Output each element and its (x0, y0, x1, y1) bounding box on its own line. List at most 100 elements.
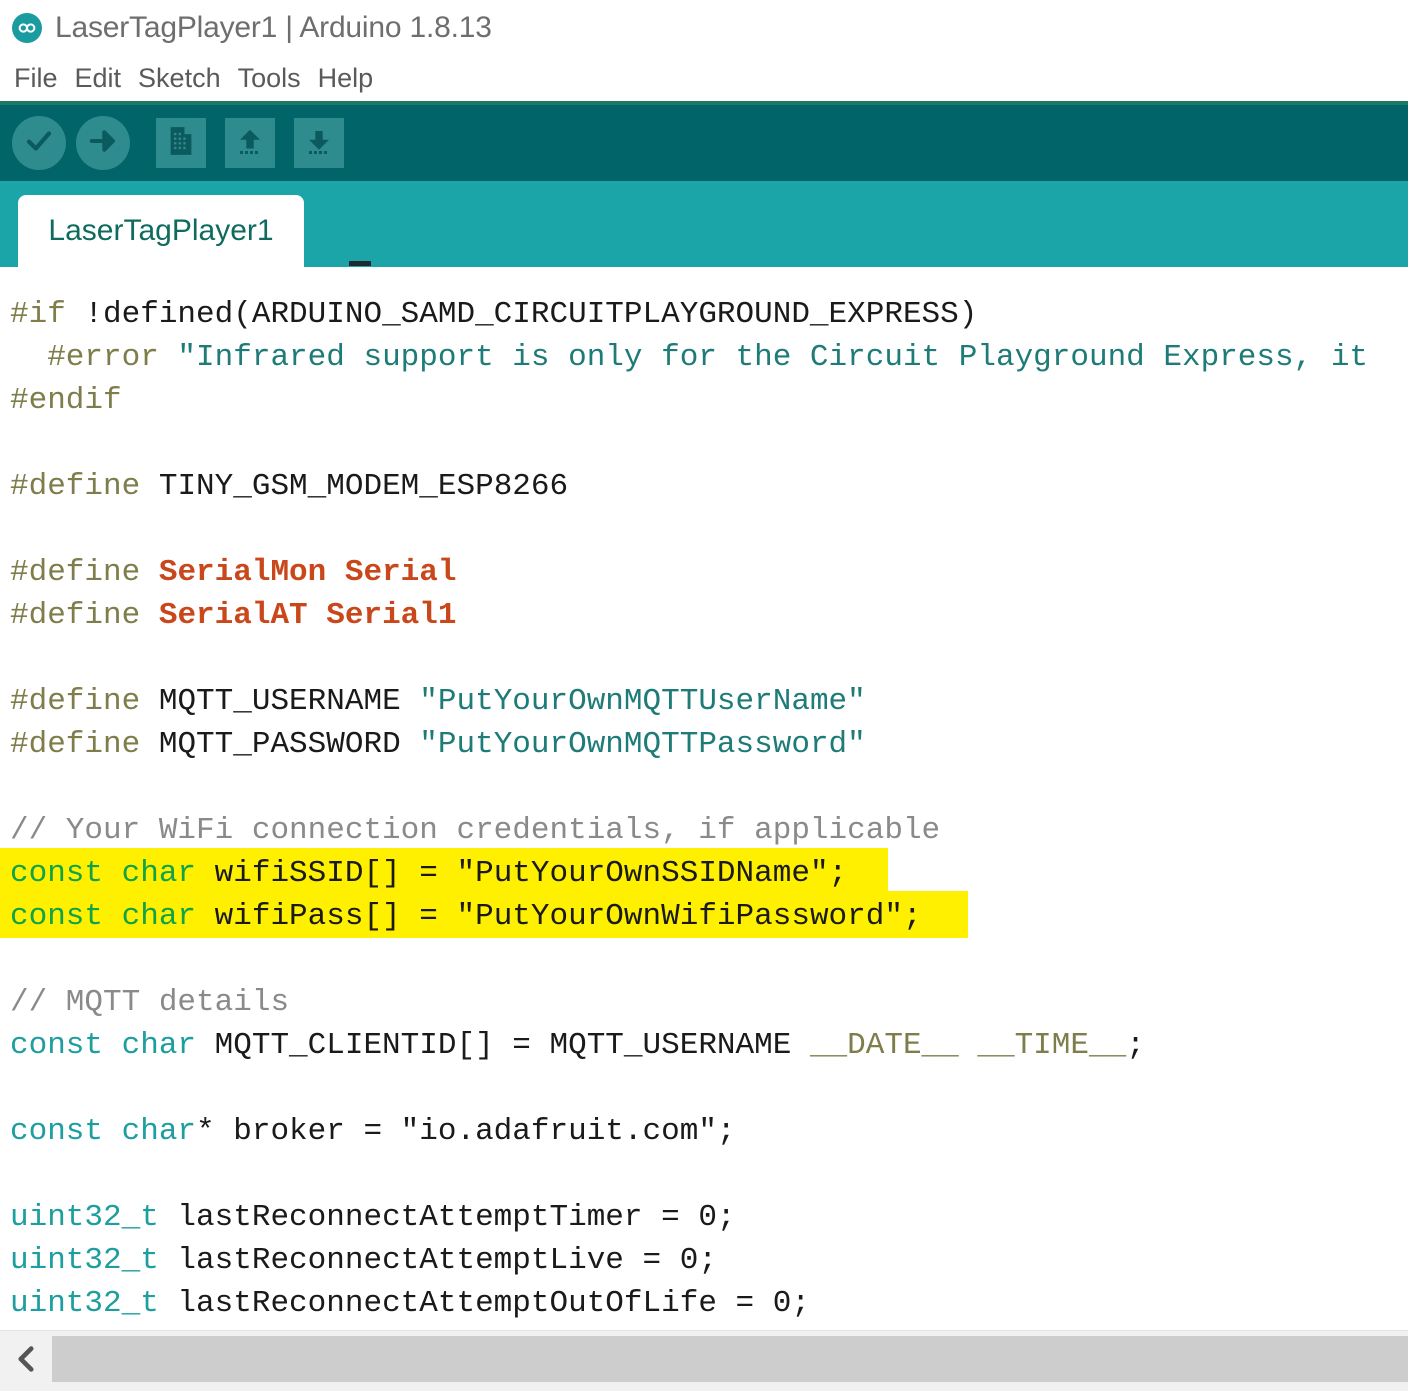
menu-bar: File Edit Sketch Tools Help (0, 56, 1408, 105)
code-line: #define MQTT_PASSWORD "PutYourOwnMQTTPas… (10, 723, 1408, 766)
code-token: * broker = (196, 1114, 401, 1149)
code-token: // MQTT details (10, 985, 290, 1020)
code-token: #define (10, 555, 141, 590)
code-line-text: #endif (10, 383, 122, 418)
code-token: "PutYourOwnMQTTPassword" (419, 727, 866, 762)
code-line-text: uint32_t lastReconnectAttemptLive = 0; (10, 1243, 717, 1278)
code-token: const char (10, 856, 197, 891)
code-token: #define (10, 598, 141, 633)
tab-bar: LaserTagPlayer1 (0, 181, 1408, 267)
code-line-text: #if !defined(ARDUINO_SAMD_CIRCUITPLAYGRO… (10, 297, 977, 332)
new-sketch-button[interactable] (156, 118, 206, 168)
code-line-text: const char wifiSSID[] = "PutYourOwnSSIDN… (10, 856, 847, 891)
menu-item-file[interactable]: File (14, 63, 58, 94)
code-token: #if (10, 297, 66, 332)
code-line: uint32_t lastReconnectAttemptLive = 0; (10, 1239, 1408, 1282)
code-text[interactable]: #if !defined(ARDUINO_SAMD_CIRCUITPLAYGRO… (0, 293, 1408, 1325)
code-line: #endif (10, 379, 1408, 422)
code-line-text: uint32_t lastReconnectAttemptOutOfLife =… (10, 1286, 810, 1321)
code-token: #endif (10, 383, 122, 418)
code-token: const char (10, 1114, 197, 1149)
scroll-left-button[interactable] (0, 1331, 52, 1391)
code-token: MQTT_PASSWORD (140, 727, 420, 762)
code-token: ; (1126, 1028, 1145, 1063)
code-line: #define MQTT_USERNAME "PutYourOwnMQTTUse… (10, 680, 1408, 723)
code-line: uint32_t lastReconnectAttemptOutOfLife =… (10, 1282, 1408, 1325)
code-line-text: #define TINY_GSM_MODEM_ESP8266 (10, 469, 568, 504)
code-token: "io.adafruit.com"; (400, 1114, 736, 1149)
arrow-right-icon (88, 126, 118, 161)
code-token: wifiPass[] = (196, 899, 457, 934)
scrollbar-track[interactable] (52, 1331, 1408, 1391)
code-editor[interactable]: #if !defined(ARDUINO_SAMD_CIRCUITPLAYGRO… (0, 267, 1408, 1330)
code-line-text: const char wifiPass[] = "PutYourOwnWifiP… (10, 899, 922, 934)
code-token: lastReconnectAttemptLive = 0; (158, 1243, 717, 1278)
code-line-text: const char MQTT_CLIENTID[] = MQTT_USERNA… (10, 1028, 1145, 1063)
title-bar: LaserTagPlayer1 | Arduino 1.8.13 (0, 0, 1408, 56)
window-title: LaserTagPlayer1 | Arduino 1.8.13 (55, 11, 492, 44)
code-token: uint32_t (10, 1243, 159, 1278)
toolbar (0, 105, 1408, 181)
code-line: #if !defined(ARDUINO_SAMD_CIRCUITPLAYGRO… (10, 293, 1408, 336)
code-line-text: #define MQTT_USERNAME "PutYourOwnMQTTUse… (10, 684, 866, 719)
code-token: "PutYourOwnSSIDName"; (456, 856, 848, 891)
code-token: "PutYourOwnMQTTUserName" (419, 684, 866, 719)
code-token: "PutYourOwnWifiPassword"; (456, 899, 922, 934)
code-line-text: #define SerialMon Serial (10, 555, 457, 590)
code-token: lastReconnectAttemptTimer = 0; (158, 1200, 736, 1235)
arduino-infinity-logo-icon (12, 13, 42, 43)
code-line: const char wifiSSID[] = "PutYourOwnSSIDN… (0, 848, 1408, 895)
code-token: const char (10, 1028, 197, 1063)
code-token: "Infrared support is only for the Circui… (158, 340, 1369, 375)
scrollbar-thumb[interactable] (52, 1336, 1408, 1382)
code-line-text: #define SerialAT Serial1 (10, 598, 457, 633)
menu-item-edit[interactable]: Edit (75, 63, 122, 94)
code-line: #error "Infrared support is only for the… (10, 336, 1408, 379)
code-line: const char MQTT_CLIENTID[] = MQTT_USERNA… (10, 1024, 1408, 1067)
verify-button[interactable] (12, 116, 66, 170)
caret-marker (349, 261, 371, 266)
menu-item-help[interactable]: Help (318, 63, 374, 94)
code-line-text: const char* broker = "io.adafruit.com"; (10, 1114, 736, 1149)
open-sketch-button[interactable] (225, 118, 275, 168)
code-token: wifiSSID[] = (196, 856, 457, 891)
chevron-left-icon (16, 1345, 36, 1377)
code-token: // Your WiFi connection credentials, if … (10, 813, 941, 848)
code-token: SerialMon Serial (140, 555, 457, 590)
save-sketch-button[interactable] (294, 118, 344, 168)
code-line-text: #error "Infrared support is only for the… (10, 340, 1368, 375)
menu-item-sketch[interactable]: Sketch (138, 63, 221, 94)
arrow-up-icon (235, 126, 265, 161)
code-token: SerialAT Serial1 (140, 598, 457, 633)
code-token: #define (10, 469, 141, 504)
menu-item-tools[interactable]: Tools (238, 63, 301, 94)
code-token: #define (10, 727, 141, 762)
code-token: TINY_GSM_MODEM_ESP8266 (140, 469, 569, 504)
code-line: #define TINY_GSM_MODEM_ESP8266 (10, 465, 1408, 508)
horizontal-scrollbar[interactable] (0, 1330, 1408, 1391)
tab-label: LaserTagPlayer1 (48, 214, 274, 247)
code-token: const char (10, 899, 197, 934)
code-line: const char wifiPass[] = "PutYourOwnWifiP… (0, 891, 1408, 938)
code-token: !defined(ARDUINO_SAMD_CIRCUITPLAYGROUND_… (65, 297, 978, 332)
code-line: const char* broker = "io.adafruit.com"; (10, 1110, 1408, 1153)
upload-button[interactable] (76, 116, 130, 170)
code-line-text: // Your WiFi connection credentials, if … (10, 813, 940, 848)
tab-lasertagplayer1[interactable]: LaserTagPlayer1 (18, 195, 304, 267)
code-token: lastReconnectAttemptOutOfLife = 0; (158, 1286, 810, 1321)
code-token: uint32_t (10, 1200, 159, 1235)
code-token: __DATE__ __TIME__ (809, 1028, 1127, 1063)
code-line: #define SerialAT Serial1 (10, 594, 1408, 637)
code-line: // Your WiFi connection credentials, if … (10, 809, 1408, 852)
code-token: #error (10, 340, 159, 375)
code-line: #define SerialMon Serial (10, 551, 1408, 594)
code-token: MQTT_USERNAME (140, 684, 420, 719)
code-line: // MQTT details (10, 981, 1408, 1024)
code-token: #define (10, 684, 141, 719)
code-line-text: // MQTT details (10, 985, 289, 1020)
